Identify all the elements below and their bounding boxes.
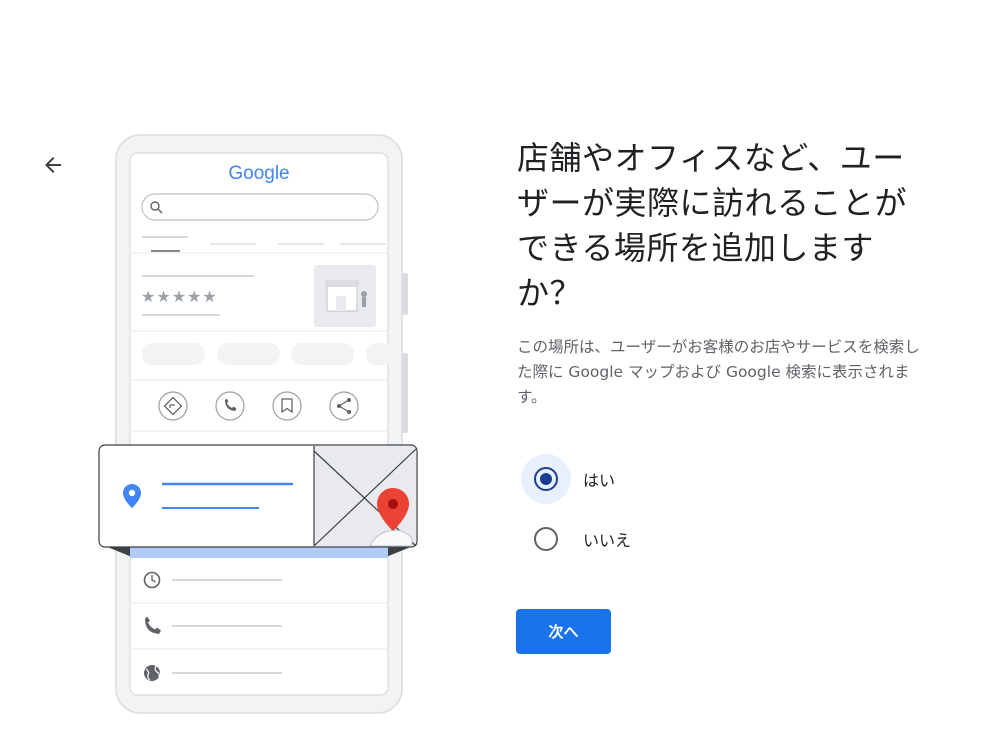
- radio-option-yes[interactable]: はい: [521, 454, 721, 504]
- page-title: 店舗やオフィスなど、ユーザーが実際に訪れることができる場所を追加しますか？: [517, 139, 908, 312]
- search-bar-illustration: [141, 193, 379, 221]
- phone-icon: [215, 391, 245, 421]
- bookmark-icon: [272, 391, 302, 421]
- arrow-left-icon: [45, 157, 61, 173]
- radio-label-no: いいえ: [583, 531, 632, 550]
- radio-selected-dot: [540, 473, 552, 485]
- radio-button-yes[interactable]: [534, 467, 558, 491]
- rating-stars: ★★★★★: [141, 287, 218, 306]
- share-icon: [329, 391, 359, 421]
- phone-illustration: Google ★★★★★: [98, 134, 418, 714]
- mini-map: [313, 446, 417, 547]
- google-logo: Google: [228, 163, 289, 184]
- back-button[interactable]: [36, 148, 70, 182]
- directions-icon: [158, 391, 188, 421]
- radio-halo: [521, 454, 571, 504]
- radio-option-no[interactable]: いいえ: [521, 514, 721, 564]
- page-description: この場所は、ユーザーがお客様のお店やサービスを検索した際に Google マップ…: [517, 338, 920, 406]
- radio-button-no[interactable]: [534, 527, 558, 551]
- globe-icon: [144, 665, 160, 681]
- radio-halo: [521, 514, 571, 564]
- next-button[interactable]: 次へ: [516, 609, 611, 654]
- radio-label-yes: はい: [583, 471, 616, 490]
